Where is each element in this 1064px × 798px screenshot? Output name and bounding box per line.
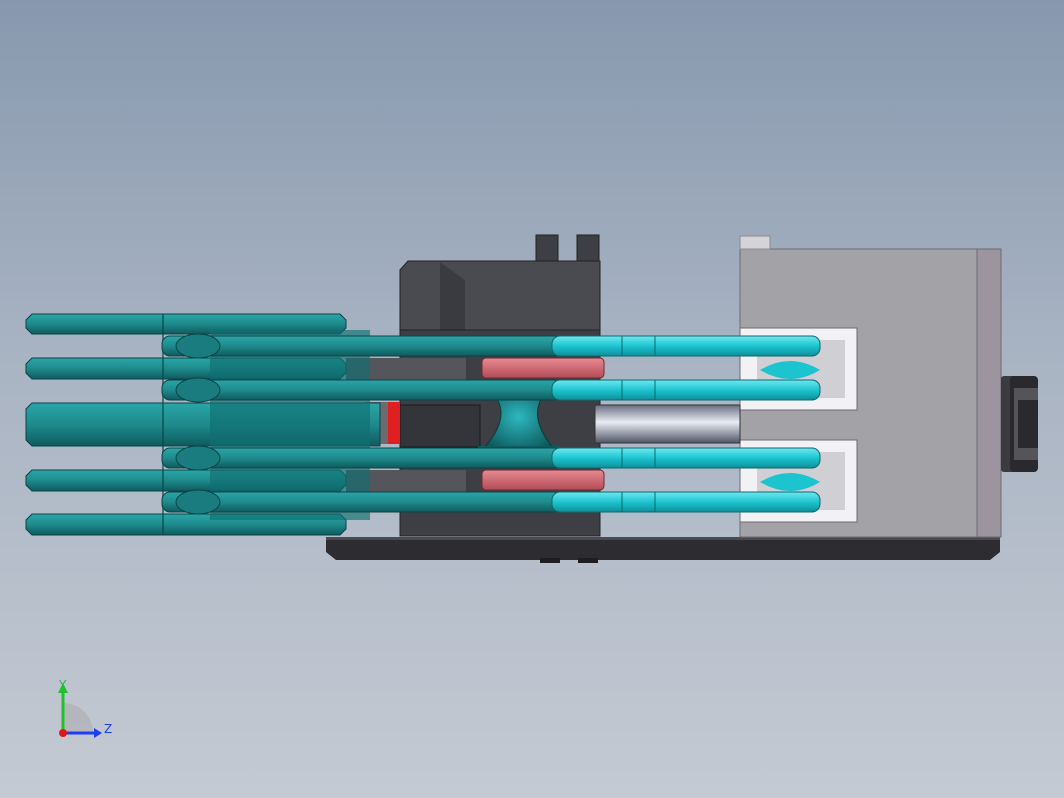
guide-rod-1: [161, 335, 821, 357]
z-axis-label: Z: [104, 722, 112, 736]
guide-rod-3: [161, 447, 821, 469]
guide-rod-4: [161, 491, 821, 513]
base-plate: [326, 537, 1000, 563]
side-knob: [1001, 376, 1038, 472]
triad-plane-icon: [63, 703, 93, 733]
coordinate-triad: Y Z: [58, 678, 112, 738]
graphics-viewport[interactable]: [0, 0, 1064, 798]
guide-rod-2: [161, 379, 821, 401]
y-axis-label: Y: [58, 678, 67, 692]
x-axis-icon: [59, 729, 67, 737]
